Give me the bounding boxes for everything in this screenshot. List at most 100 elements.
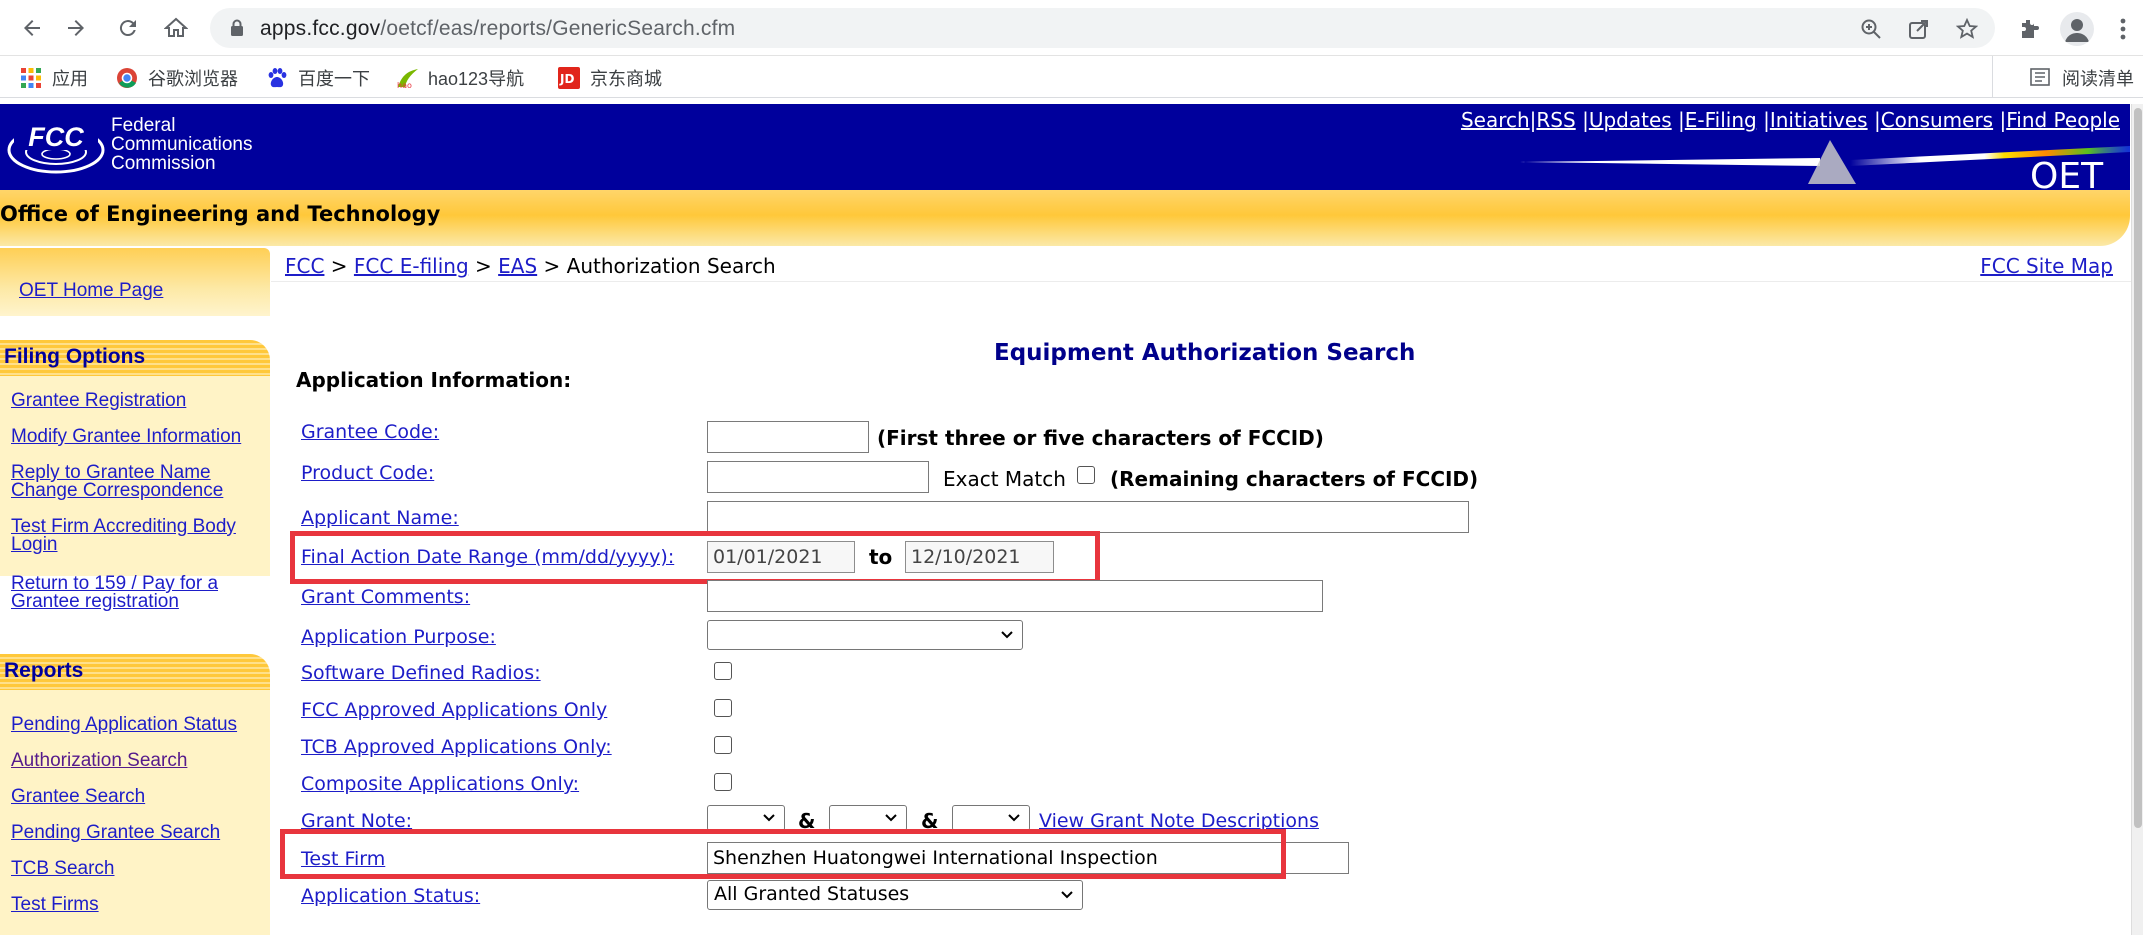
profile-avatar-icon[interactable] bbox=[2060, 12, 2094, 46]
home-icon[interactable] bbox=[158, 10, 194, 46]
product-code-label[interactable]: Product Code: bbox=[301, 462, 434, 484]
forward-arrow-icon[interactable] bbox=[58, 10, 94, 46]
bookmark-star-icon[interactable] bbox=[1954, 16, 1980, 42]
reports-panel: Pending Application Status Authorization… bbox=[0, 690, 270, 935]
sidebar-item-return-159[interactable]: Return to 159 / Pay for a Grantee regist… bbox=[11, 574, 251, 611]
reading-list-label: 阅读清单 bbox=[2062, 69, 2134, 89]
bookmark-apps[interactable]: 应用 bbox=[20, 65, 88, 91]
svg-text:JD: JD bbox=[559, 72, 574, 86]
extensions-puzzle-icon[interactable] bbox=[2012, 12, 2046, 46]
exact-match-checkbox[interactable] bbox=[1077, 466, 1095, 484]
jd-icon: JD bbox=[558, 67, 580, 89]
application-status-label[interactable]: Application Status: bbox=[301, 885, 480, 907]
zoom-icon[interactable] bbox=[1858, 16, 1884, 42]
top-nav-links: Search|RSS |Updates |E-Filing |Initiativ… bbox=[1460, 108, 2120, 132]
application-purpose-select[interactable] bbox=[707, 620, 1023, 650]
fcc-logo[interactable]: FCC bbox=[6, 116, 106, 178]
grant-note-select-2[interactable] bbox=[829, 805, 907, 831]
sidebar-item-test-firm-login[interactable]: Test Firm Accrediting Body Login bbox=[11, 517, 261, 554]
nav-link-efiling[interactable]: E-Filing bbox=[1685, 108, 1757, 132]
browser-toolbar: apps.fcc.gov/oetcf/eas/reports/GenericSe… bbox=[0, 0, 2143, 56]
exact-match-label: Exact Match bbox=[943, 467, 1066, 491]
scrollbar-thumb[interactable] bbox=[2134, 108, 2142, 828]
applicant-name-input[interactable] bbox=[707, 501, 1469, 533]
oet-mark: OET bbox=[2030, 156, 2104, 190]
section-heading: Application Information: bbox=[296, 368, 572, 392]
breadcrumb-efiling[interactable]: FCC E-filing bbox=[354, 254, 469, 278]
grantee-code-label[interactable]: Grantee Code: bbox=[301, 421, 439, 443]
url-text: apps.fcc.gov/oetcf/eas/reports/GenericSe… bbox=[260, 17, 735, 41]
grant-comments-input[interactable] bbox=[707, 580, 1323, 612]
chevron-down-icon bbox=[1061, 891, 1073, 899]
page-scrollbar[interactable] bbox=[2131, 104, 2143, 935]
sidebar-item-oet-home[interactable]: OET Home Page bbox=[19, 281, 274, 300]
breadcrumb-current: Authorization Search bbox=[566, 254, 776, 278]
bookmark-baidu[interactable]: 百度一下 bbox=[266, 65, 370, 91]
chevron-down-icon bbox=[885, 814, 897, 822]
sidebar-item-tcb-search[interactable]: TCB Search bbox=[11, 859, 266, 878]
sidebar-item-pending-grantee-search[interactable]: Pending Grantee Search bbox=[11, 823, 266, 842]
product-code-input[interactable] bbox=[707, 461, 929, 493]
reading-list-button[interactable]: 阅读清单 bbox=[2030, 65, 2134, 91]
sdr-label[interactable]: Software Defined Radios: bbox=[301, 662, 541, 684]
back-arrow-icon[interactable] bbox=[14, 10, 50, 46]
apps-grid-icon bbox=[20, 67, 42, 89]
reports-header: Reports bbox=[0, 654, 270, 690]
composite-checkbox[interactable] bbox=[714, 773, 732, 791]
oet-home-box: OET Home Page bbox=[0, 248, 270, 316]
sidebar-item-test-firms[interactable]: Test Firms bbox=[11, 895, 266, 914]
menu-kebab-icon[interactable] bbox=[2106, 12, 2140, 46]
bookmark-hao123[interactable]: hao hao123导航 bbox=[396, 65, 524, 91]
url-host: apps.fcc.gov bbox=[260, 17, 381, 40]
share-icon[interactable] bbox=[1906, 16, 1932, 42]
tcb-approved-label[interactable]: TCB Approved Applications Only: bbox=[301, 736, 612, 758]
url-path: /oetcf/eas/reports/GenericSearch.cfm bbox=[380, 17, 736, 40]
breadcrumb-eas[interactable]: EAS bbox=[498, 254, 537, 278]
grant-note-select-3[interactable] bbox=[952, 805, 1030, 831]
nav-link-updates[interactable]: Updates bbox=[1589, 108, 1672, 132]
filing-options-title: Filing Options bbox=[4, 345, 146, 368]
address-bar[interactable]: apps.fcc.gov/oetcf/eas/reports/GenericSe… bbox=[210, 8, 1995, 48]
application-purpose-label[interactable]: Application Purpose: bbox=[301, 626, 496, 648]
reading-list-icon bbox=[2030, 67, 2052, 89]
nav-link-find-people[interactable]: Find People bbox=[2006, 108, 2120, 132]
bookmark-chrome[interactable]: 谷歌浏览器 bbox=[116, 65, 238, 91]
sidebar-item-pending-status[interactable]: Pending Application Status bbox=[11, 715, 266, 734]
sidebar-item-authorization-search[interactable]: Authorization Search bbox=[11, 751, 266, 770]
grant-note-select-1[interactable] bbox=[707, 805, 785, 831]
oet-spectrum-graphic: OET bbox=[1520, 140, 2130, 190]
svg-text:hao: hao bbox=[397, 81, 412, 89]
bookmark-label: hao123导航 bbox=[428, 69, 525, 89]
sidebar-item-modify-grantee[interactable]: Modify Grantee Information bbox=[11, 427, 266, 446]
wordmark-line: Communications bbox=[111, 134, 253, 155]
hao123-icon: hao bbox=[396, 67, 418, 90]
bookmark-label: 谷歌浏览器 bbox=[148, 69, 238, 89]
fcc-approved-checkbox[interactable] bbox=[714, 699, 732, 717]
grant-comments-label[interactable]: Grant Comments: bbox=[301, 586, 470, 608]
nav-link-rss[interactable]: RSS bbox=[1536, 108, 1575, 132]
highlight-date-range bbox=[290, 531, 1100, 584]
chevron-down-icon bbox=[1008, 814, 1020, 822]
breadcrumb-fcc[interactable]: FCC bbox=[285, 254, 324, 278]
sidebar-item-grantee-registration[interactable]: Grantee Registration bbox=[11, 391, 266, 410]
nav-link-search[interactable]: Search bbox=[1461, 108, 1530, 132]
svg-text:FCC: FCC bbox=[28, 122, 84, 152]
breadcrumb-separator: > bbox=[475, 254, 492, 278]
grantee-code-input[interactable] bbox=[707, 421, 869, 453]
bookmark-jd[interactable]: JD 京东商城 bbox=[558, 65, 662, 91]
application-status-select[interactable]: All Granted Statuses bbox=[707, 880, 1083, 910]
fcc-wordmark: Federal Communications Commission bbox=[111, 116, 253, 173]
breadcrumb-separator: > bbox=[330, 254, 348, 278]
applicant-name-label[interactable]: Applicant Name: bbox=[301, 507, 459, 529]
site-map-link[interactable]: FCC Site Map bbox=[1980, 254, 2113, 278]
sdr-checkbox[interactable] bbox=[714, 662, 732, 680]
bookmarks-bar: 应用 谷歌浏览器 百度一下 hao hao123导航 JD 京东商城 阅读清单 bbox=[0, 56, 2143, 98]
tcb-approved-checkbox[interactable] bbox=[714, 736, 732, 754]
sidebar-item-grantee-search[interactable]: Grantee Search bbox=[11, 787, 266, 806]
composite-label[interactable]: Composite Applications Only: bbox=[301, 773, 579, 795]
nav-link-consumers[interactable]: Consumers bbox=[1881, 108, 1993, 132]
nav-link-initiatives[interactable]: Initiatives bbox=[1770, 108, 1868, 132]
fcc-approved-label[interactable]: FCC Approved Applications Only bbox=[301, 699, 607, 721]
reload-icon[interactable] bbox=[110, 10, 146, 46]
sidebar-item-reply-name-change[interactable]: Reply to Grantee Name Change Corresponde… bbox=[11, 463, 256, 500]
